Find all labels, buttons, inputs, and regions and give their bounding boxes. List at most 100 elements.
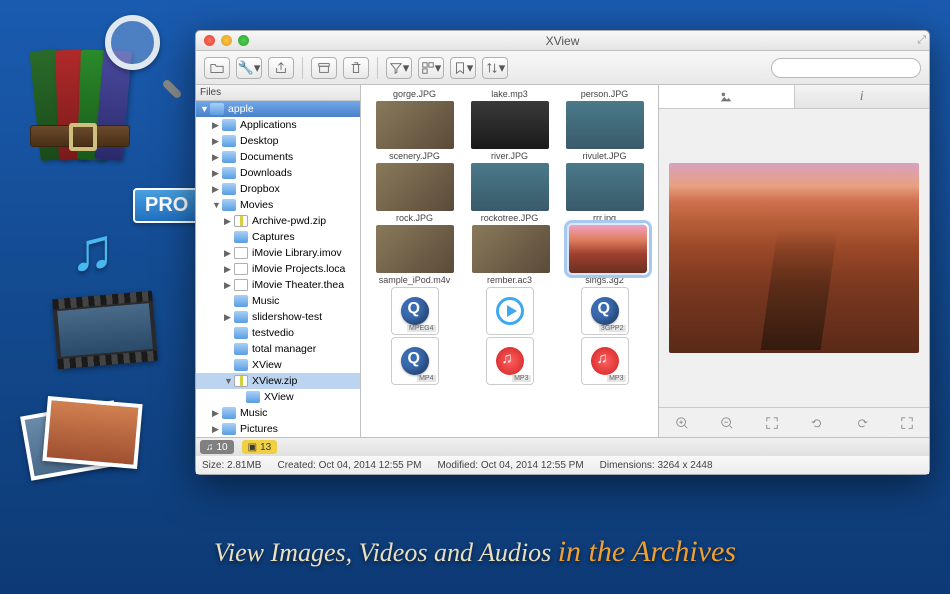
filter-button[interactable]: ▾	[386, 57, 412, 79]
search-input[interactable]	[771, 58, 921, 78]
tree-root[interactable]: ▼apple	[196, 101, 360, 117]
tree-item[interactable]: ▶slidershow-test	[196, 309, 360, 325]
thumbnail-item[interactable]: MP3	[471, 337, 549, 385]
tree-item-label: Documents	[240, 151, 293, 163]
tree-item[interactable]: ▶Applications	[196, 117, 360, 133]
thumbnail-item[interactable]: MP4	[376, 337, 454, 385]
status-bar: ♫10 ▣13 Size: 2.81MB Created: Oct 04, 20…	[196, 437, 929, 474]
app-window: XView ⤢ 🔧▾ ▾ ▾ ▾ ▾ Files ▼apple ▶Applica…	[195, 30, 930, 475]
thumb-label: sample_iPod.m4v	[376, 275, 454, 287]
tree-item-label: Music	[252, 295, 279, 307]
thumbnail-item[interactable]: MPEG4	[376, 287, 454, 335]
tree-item[interactable]: ▶Documents	[196, 149, 360, 165]
sidebar-header: Files	[196, 85, 360, 101]
tree-item[interactable]: ▶Archive-pwd.zip	[196, 213, 360, 229]
thumbnail-item[interactable]	[566, 163, 644, 211]
promo-book-stack: PRO	[35, 40, 155, 180]
thumbnail-item[interactable]	[472, 225, 550, 273]
tree-item-label: Dropbox	[240, 183, 280, 195]
preview-tab-image[interactable]	[659, 85, 795, 108]
tree-item[interactable]: XView	[196, 389, 360, 405]
film-strip-icon	[52, 291, 158, 369]
sort-button[interactable]: ▾	[482, 57, 508, 79]
zoom-out-button[interactable]	[715, 413, 739, 433]
thumb-label: sings.3g2	[566, 275, 644, 287]
preview-tab-info[interactable]: i	[795, 85, 930, 108]
tree-item[interactable]: ▶Pictures	[196, 421, 360, 437]
tree-item[interactable]: Music	[196, 293, 360, 309]
frame-count-badge: ▣13	[242, 440, 278, 454]
share-button[interactable]	[268, 57, 294, 79]
fit-button[interactable]	[760, 413, 784, 433]
tree-item[interactable]: ▶Desktop	[196, 133, 360, 149]
tree-item[interactable]: ▶Downloads	[196, 165, 360, 181]
preview-panel: i	[659, 85, 929, 437]
thumb-label: gorge.JPG	[376, 89, 454, 101]
thumbnail-item[interactable]: MP3	[566, 337, 644, 385]
tree-item-label: Pictures	[240, 423, 278, 435]
thumb-label: rember.ac3	[471, 275, 549, 287]
thumb-label: rockotree.JPG	[471, 213, 549, 225]
tree-item[interactable]: ▶iMovie Projects.loca	[196, 261, 360, 277]
thumb-label: scenery.JPG	[376, 151, 454, 163]
frame-icon: ▣	[248, 442, 257, 453]
thumbnail-grid: gorge.JPGlake.mp3person.JPGscenery.JPGri…	[361, 85, 659, 437]
tree-item-label: XView	[252, 359, 282, 371]
music-icon: ♫	[206, 442, 214, 453]
tree-item-label: total manager	[252, 343, 316, 355]
resize-icon[interactable]: ⤢	[917, 34, 926, 47]
file-tree: ▼apple ▶Applications▶Desktop▶Documents▶D…	[196, 101, 360, 437]
pro-badge: PRO	[133, 188, 200, 223]
trash-button[interactable]	[343, 57, 369, 79]
layout-button[interactable]: ▾	[418, 57, 444, 79]
open-folder-button[interactable]	[204, 57, 230, 79]
archive-button[interactable]	[311, 57, 337, 79]
tree-item[interactable]: ▶iMovie Library.imov	[196, 245, 360, 261]
thumbnail-item[interactable]	[471, 287, 549, 335]
tree-item-label: Applications	[240, 119, 297, 131]
rotate-left-button[interactable]	[805, 413, 829, 433]
tree-item-label: Movies	[240, 199, 273, 211]
thumb-label: person.JPG	[566, 89, 644, 101]
tagline: View Images, Videos and Audios in the Ar…	[0, 535, 950, 569]
tool-button[interactable]: 🔧▾	[236, 57, 262, 79]
maximize-icon[interactable]	[238, 35, 249, 46]
preview-image	[669, 163, 919, 353]
fullscreen-button[interactable]	[895, 413, 919, 433]
tree-item-label: Downloads	[240, 167, 292, 179]
toolbar: 🔧▾ ▾ ▾ ▾ ▾	[196, 51, 929, 85]
tree-item[interactable]: testvedio	[196, 325, 360, 341]
thumbnail-item[interactable]	[376, 163, 454, 211]
rotate-right-button[interactable]	[850, 413, 874, 433]
info-icon: i	[860, 89, 864, 105]
tree-item[interactable]: total manager	[196, 341, 360, 357]
thumbnail-item[interactable]	[471, 163, 549, 211]
tree-item[interactable]: ▶iMovie Theater.thea	[196, 277, 360, 293]
titlebar[interactable]: XView ⤢	[196, 31, 929, 51]
tree-item-label: XView.zip	[252, 375, 297, 387]
thumbnail-item[interactable]	[567, 223, 645, 275]
tree-item[interactable]: XView	[196, 357, 360, 373]
music-count-badge: ♫10	[200, 440, 234, 454]
thumb-label: rock.JPG	[376, 213, 454, 225]
tree-item[interactable]: ▶Dropbox	[196, 181, 360, 197]
close-icon[interactable]	[204, 35, 215, 46]
zoom-in-button[interactable]	[670, 413, 694, 433]
window-title: XView	[196, 34, 929, 48]
thumbnail-item[interactable]	[376, 101, 454, 149]
tree-item-label: Archive-pwd.zip	[252, 215, 326, 227]
preview-toolbar	[659, 407, 929, 437]
tree-item-label: Music	[240, 407, 267, 419]
sidebar: Files ▼apple ▶Applications▶Desktop▶Docum…	[196, 85, 361, 437]
thumbnail-item[interactable]	[376, 225, 454, 273]
tree-item[interactable]: ▼Movies	[196, 197, 360, 213]
minimize-icon[interactable]	[221, 35, 232, 46]
thumbnail-item[interactable]	[471, 101, 549, 149]
thumbnail-item[interactable]: 3GPP2	[566, 287, 644, 335]
tree-item-label: Desktop	[240, 135, 279, 147]
tree-item[interactable]: Captures	[196, 229, 360, 245]
thumbnail-item[interactable]	[566, 101, 644, 149]
tree-item[interactable]: ▶Music	[196, 405, 360, 421]
tree-item[interactable]: ▼XView.zip	[196, 373, 360, 389]
bookmark-button[interactable]: ▾	[450, 57, 476, 79]
